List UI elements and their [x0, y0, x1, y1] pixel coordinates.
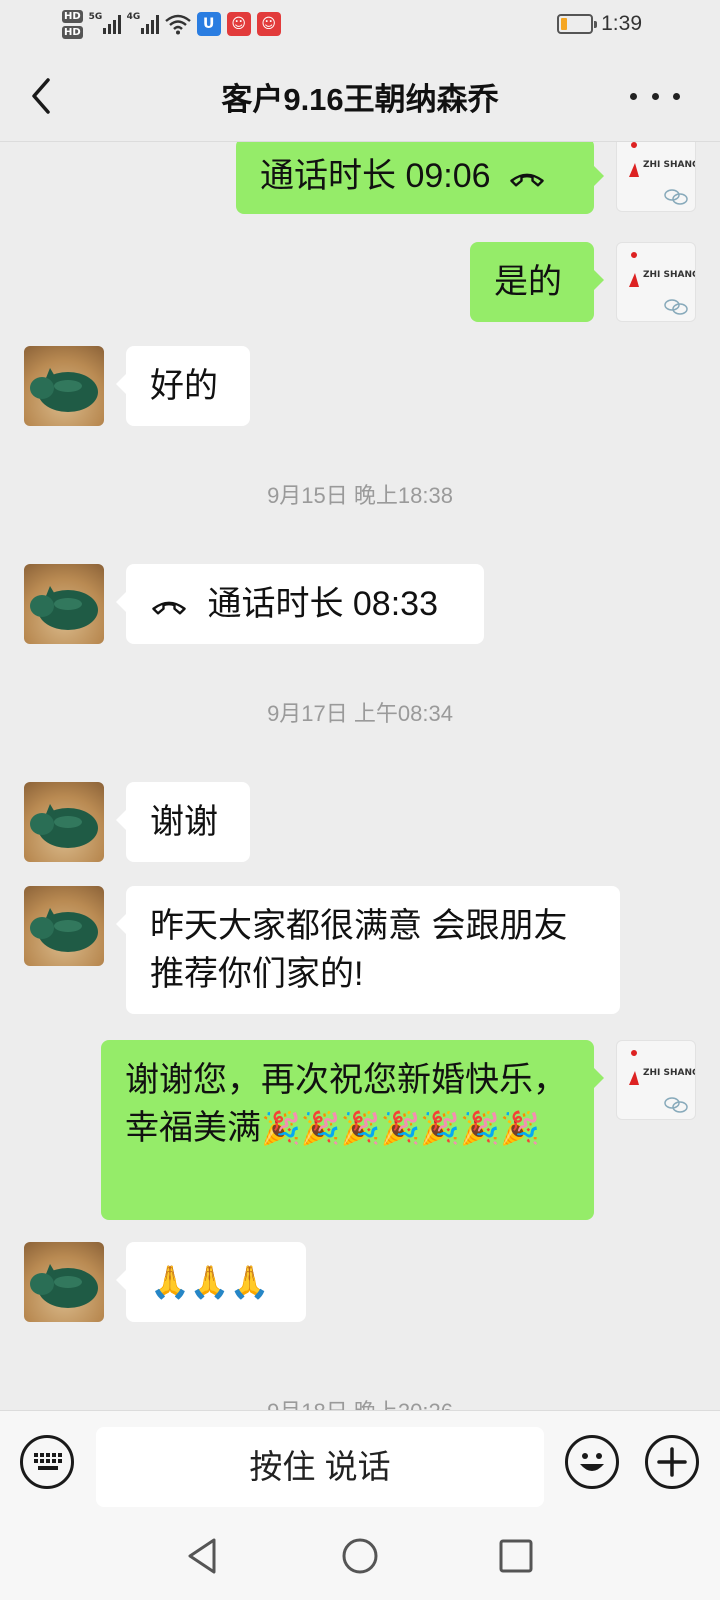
call-duration-text: 通话时长 08:33	[207, 585, 438, 623]
my-avatar[interactable]: ZHI SHANG	[616, 242, 696, 322]
contact-avatar[interactable]	[24, 782, 104, 862]
app-notification-icon: ☺	[226, 12, 251, 36]
contact-avatar[interactable]	[24, 886, 104, 966]
system-nav-bar	[0, 1510, 720, 1600]
status-time: 1:39	[601, 12, 642, 35]
app-notification-icon: U	[196, 12, 221, 36]
message-bubble-outgoing[interactable]: 谢谢您，再次祝您新婚快乐，幸福美满🎉🎉🎉🎉🎉🎉🎉	[101, 1040, 604, 1220]
net1-label: 5G	[88, 12, 103, 22]
keyboard-icon[interactable]	[20, 1435, 74, 1489]
phone-hangup-icon	[152, 601, 186, 615]
hd1-label: HD	[62, 9, 83, 23]
status-bar: HD HD 5G 4G U ☺ ☺ 1:39	[0, 0, 720, 48]
signal-5g-icon: 5G	[88, 12, 121, 34]
my-avatar[interactable]: ZHI SHANG	[616, 142, 696, 212]
message-timestamp: 9月17日 上午08:34	[267, 701, 453, 726]
nav-back-icon[interactable]	[182, 1534, 226, 1578]
chat-title: 客户9.16王朝纳森乔	[221, 82, 499, 117]
emoji-icon[interactable]	[565, 1435, 619, 1489]
call-duration-text: 通话时长 09:06	[260, 157, 491, 195]
folded-hands-emoji: 🙏🙏🙏	[150, 1264, 270, 1300]
jade-pig-avatar-icon	[30, 368, 98, 412]
nav-home-icon[interactable]	[338, 1534, 382, 1578]
message-bubble-outgoing[interactable]: 通话时长 09:06	[236, 142, 604, 214]
hd2-label: HD	[62, 25, 83, 39]
message-timestamp: 9月15日 晚上18:38	[267, 483, 453, 508]
contact-avatar[interactable]	[24, 564, 104, 644]
phone-hangup-icon	[510, 173, 544, 187]
contact-avatar[interactable]	[24, 346, 104, 426]
jade-pig-avatar-icon	[30, 586, 98, 630]
message-bubble-incoming[interactable]: 🙏🙏🙏	[116, 1242, 306, 1322]
battery-icon	[557, 14, 598, 34]
svg-text:ZHI SHANG: ZHI SHANG	[643, 1068, 696, 1078]
message-text: 昨天大家都很满意 会跟朋友推荐你们家的!	[150, 907, 568, 993]
message-bubble-incoming[interactable]: 昨天大家都很满意 会跟朋友推荐你们家的!	[116, 886, 620, 1014]
net2-label: 4G	[126, 12, 141, 22]
message-text: 是的	[494, 263, 562, 301]
svg-text:ZHI SHANG: ZHI SHANG	[643, 270, 696, 280]
brand-logo-icon: ZHI SHANG	[629, 252, 696, 315]
message-bubble-incoming[interactable]: 谢谢	[116, 782, 250, 862]
contact-avatar[interactable]	[24, 1242, 104, 1322]
party-popper-emoji: 🎉🎉🎉🎉🎉🎉🎉	[261, 1110, 540, 1146]
hold-to-talk-button[interactable]: 按住 说话	[96, 1427, 544, 1507]
brand-logo-icon: ZHI SHANG	[629, 1050, 696, 1113]
chat-input-bar: 按住 说话	[0, 1410, 720, 1510]
jade-pig-avatar-icon	[30, 804, 98, 848]
message-timestamp: 9月18日 晚上20:26	[0, 1394, 720, 1410]
signal-4g-icon: 4G	[126, 12, 159, 34]
svg-text:ZHI SHANG: ZHI SHANG	[643, 160, 696, 170]
my-avatar[interactable]: ZHI SHANG	[616, 1040, 696, 1120]
app-notification-icon: ☺	[256, 12, 281, 36]
chat-header: 客户9.16王朝纳森乔	[0, 48, 720, 142]
more-options-icon[interactable]	[630, 78, 680, 114]
plus-icon[interactable]	[645, 1435, 699, 1489]
message-bubble-incoming[interactable]: 好的	[116, 346, 250, 426]
wifi-icon	[164, 14, 191, 35]
message-bubble-incoming[interactable]: 通话时长 08:33	[116, 564, 484, 644]
hd-indicator: HD HD	[62, 9, 83, 39]
jade-pig-avatar-icon	[30, 908, 98, 952]
jade-pig-avatar-icon	[30, 1264, 98, 1308]
nav-recents-icon[interactable]	[494, 1534, 538, 1578]
message-bubble-outgoing[interactable]: 是的	[470, 242, 604, 322]
message-text: 谢谢	[150, 803, 218, 841]
brand-logo-icon: ZHI SHANG	[629, 142, 696, 205]
chat-message-list[interactable]: 通话时长 09:06 ZHI SHANG 是的 ZHI SHANG 好的 9月1…	[0, 142, 720, 1410]
message-text: 好的	[150, 367, 218, 405]
